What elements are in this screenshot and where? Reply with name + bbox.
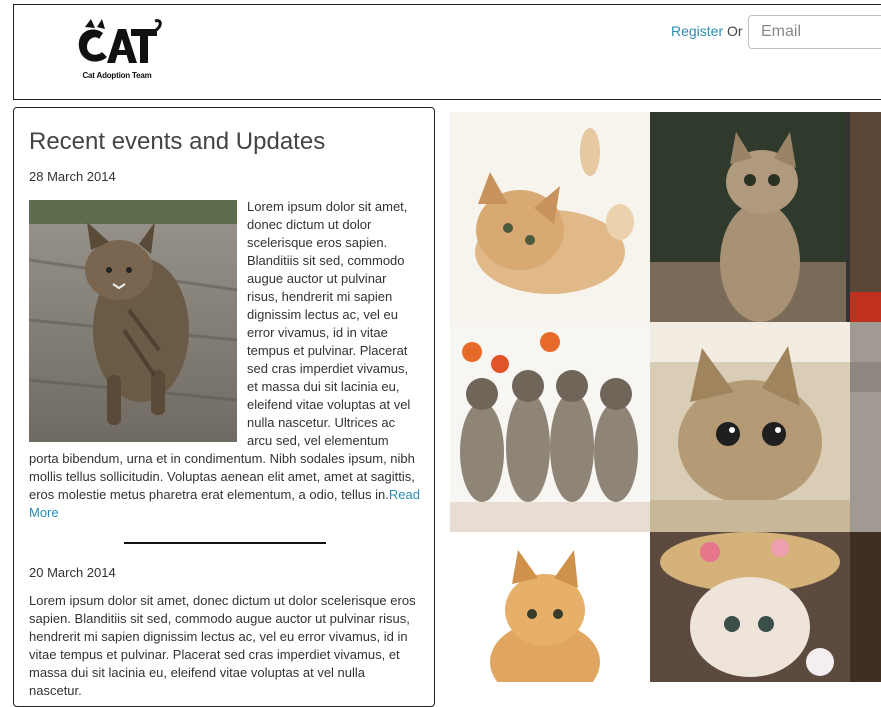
cat-photo-tile[interactable] (650, 322, 850, 532)
site-logo[interactable]: Cat Adoption Team (71, 19, 163, 83)
cat-photo-thumbnail (28, 200, 238, 442)
event-body: Lorem ipsum dolor sit amet, donec dictum… (29, 593, 416, 698)
cat-photo-tile[interactable] (850, 532, 881, 682)
cat-photo-gallery (450, 112, 881, 682)
event-date: 28 March 2014 (29, 169, 116, 184)
event-article: Lorem ipsum dolor sit amet, donec dictum… (28, 198, 421, 522)
cat-photo-tile[interactable] (850, 112, 881, 322)
cat-photo-tile[interactable] (650, 532, 850, 682)
or-label: Or (727, 23, 743, 39)
event-date: 20 March 2014 (29, 565, 116, 580)
cat-photo-tile[interactable] (650, 112, 850, 322)
cat-logo-icon (78, 19, 162, 63)
auth-links: Register Or (671, 23, 743, 39)
events-panel: Recent events and Updates 28 March 2014 (13, 107, 435, 707)
divider (124, 542, 326, 544)
register-link[interactable]: Register (671, 23, 723, 39)
cat-photo-tile[interactable] (850, 322, 881, 532)
page-title: Recent events and Updates (29, 128, 326, 155)
cat-photo-tile[interactable] (450, 112, 650, 322)
cat-photo-tile[interactable] (450, 532, 650, 682)
email-input[interactable] (748, 15, 881, 49)
logo-subtitle: Cat Adoption Team (82, 71, 152, 80)
site-header: Cat Adoption Team Register Or (13, 4, 881, 100)
cat-photo-tile[interactable] (450, 322, 650, 532)
